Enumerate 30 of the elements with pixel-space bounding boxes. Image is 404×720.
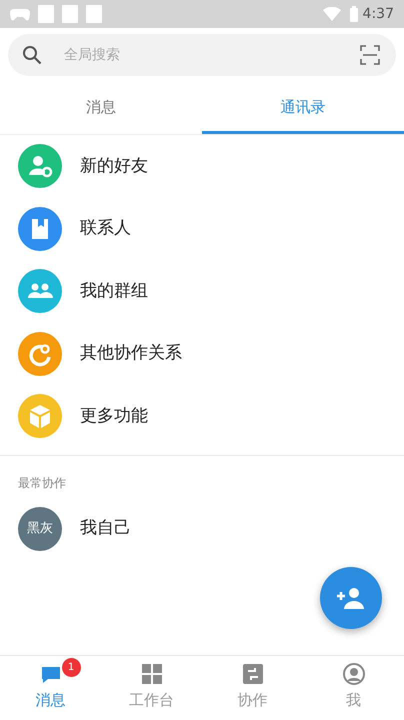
collab-icon [242, 662, 264, 685]
list-label: 联系人 [80, 217, 131, 240]
badge-count: 1 [62, 658, 80, 677]
gamepad-icon [10, 7, 30, 21]
profile-icon [342, 662, 364, 685]
contact-name: 我自己 [80, 517, 131, 540]
list-label: 我的群组 [80, 280, 148, 302]
list-label: 其他协作关系 [80, 342, 182, 365]
list-item[interactable]: 我的群组 [0, 260, 404, 322]
list-item[interactable]: 更多功能 [0, 385, 404, 448]
search-icon [22, 45, 42, 65]
section-heading: 最常协作 [17, 474, 67, 492]
add-person-icon [337, 587, 365, 609]
list-label: 新的好友 [80, 154, 148, 178]
notification-icon [86, 5, 102, 23]
list-item[interactable]: 其他协作关系 [0, 322, 404, 385]
list-item[interactable]: 新的好友 [0, 135, 404, 198]
status-time: 4:37 [362, 4, 394, 24]
contact-row[interactable]: 黑灰 我自己 [0, 498, 404, 560]
avatar: 黑灰 [18, 506, 62, 551]
scan-icon[interactable] [360, 45, 380, 65]
grid-icon [140, 662, 162, 685]
wifi-icon [322, 7, 341, 21]
notification-icon [38, 5, 54, 23]
battery-icon [348, 6, 359, 22]
search-field[interactable]: 全局搜索 [8, 34, 396, 76]
list-label: 更多功能 [80, 404, 148, 428]
add-contact-button[interactable] [320, 567, 382, 629]
list-item[interactable]: 联系人 [0, 198, 404, 260]
notification-icon [62, 5, 78, 23]
